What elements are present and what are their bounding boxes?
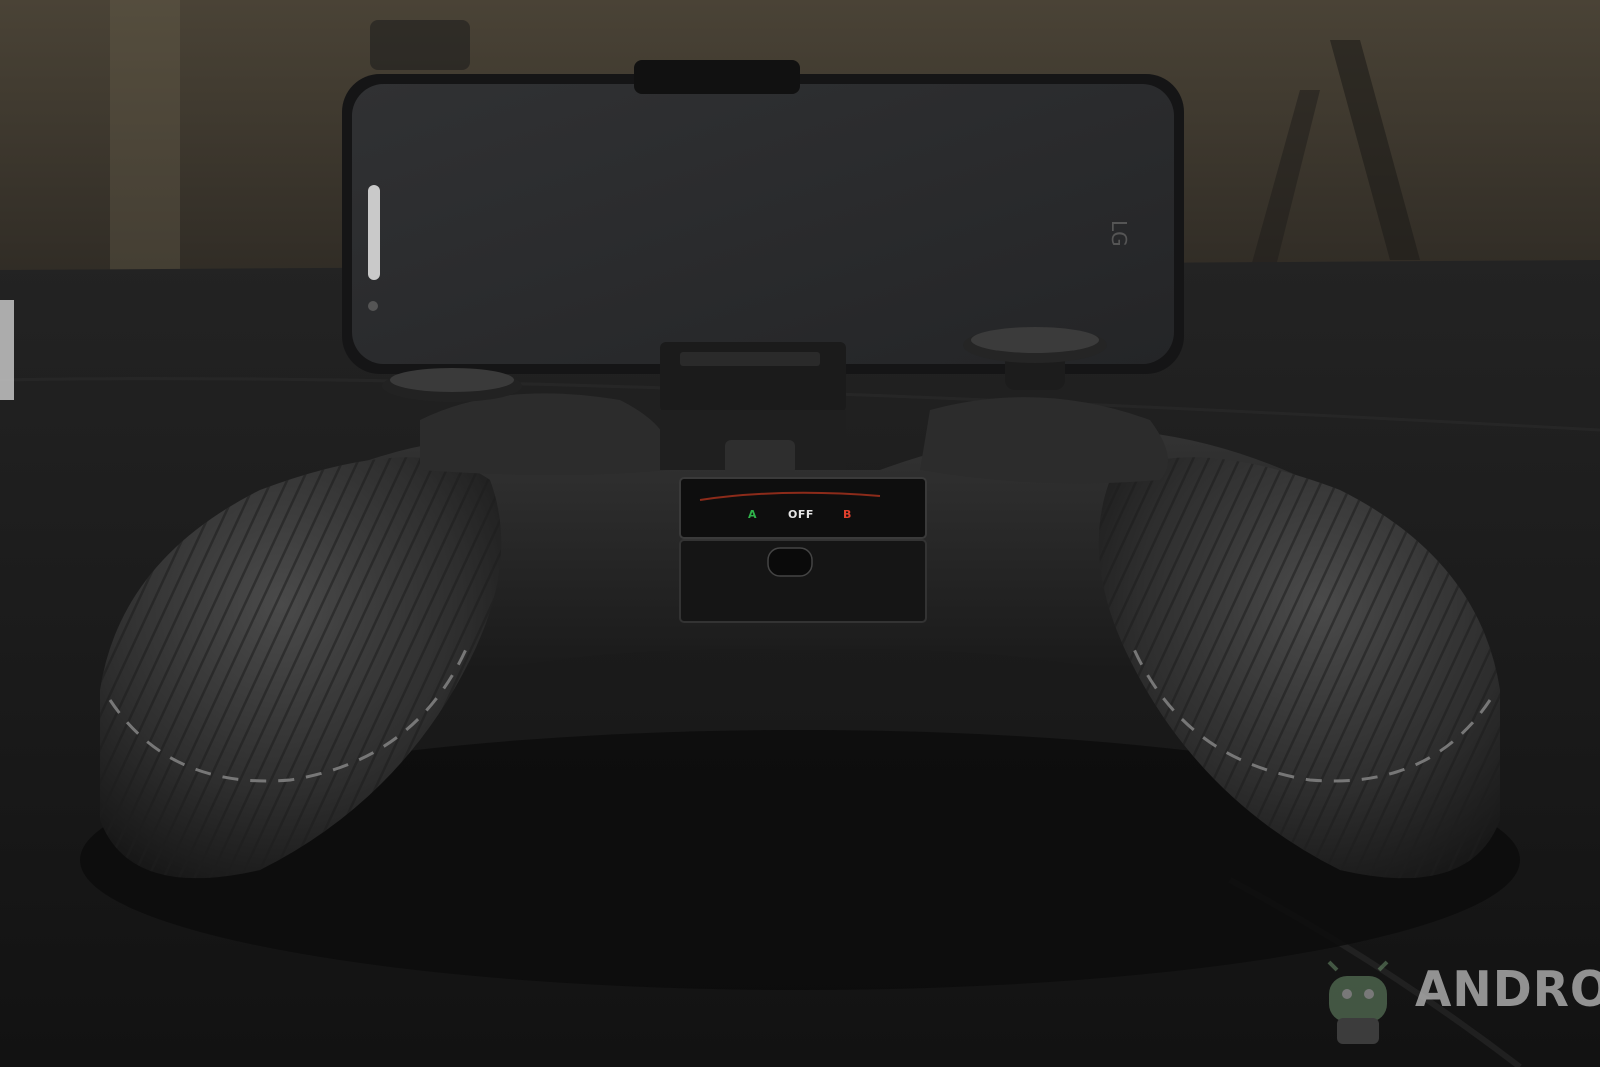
photo-scene: LG A OFF B ANDR bbox=[0, 0, 1600, 1067]
switch-label-off: OFF bbox=[788, 508, 814, 521]
watermark-text: ANDROID bbox=[1415, 960, 1600, 1019]
watermark: ANDROID bbox=[1325, 960, 1600, 1050]
phone: LG bbox=[342, 60, 1184, 374]
switch-label-b: B bbox=[843, 508, 852, 521]
switch-label-a: A bbox=[748, 508, 758, 521]
photo-illustration: LG bbox=[0, 0, 1600, 1067]
svg-text:LG: LG bbox=[1107, 220, 1131, 247]
